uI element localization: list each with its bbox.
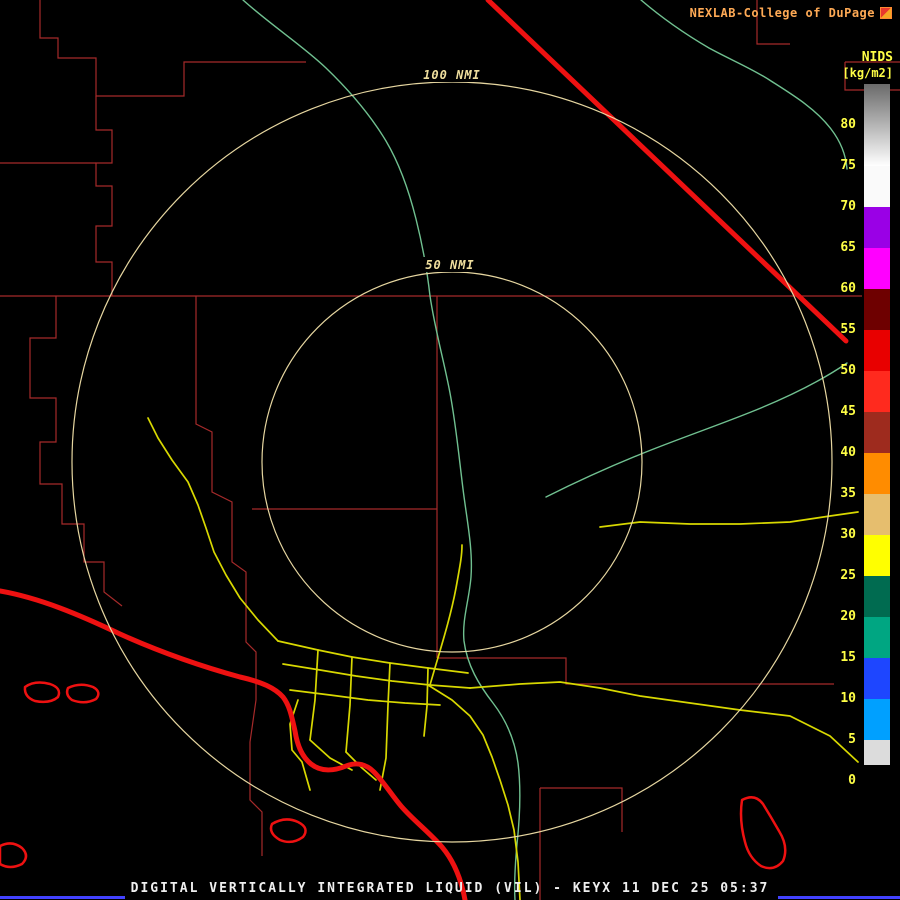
island-outline — [25, 683, 59, 702]
source-credit: NEXLAB-College of DuPage — [690, 6, 892, 20]
coastline — [0, 591, 465, 900]
range-ring-label-100: 100 NMI — [419, 67, 485, 82]
nexlab-logo-icon — [880, 7, 892, 19]
range-ring-100-text: 100 NMI — [423, 68, 481, 82]
highway-lines — [148, 418, 858, 900]
range-rings: 100 NMI 50 NMI — [72, 67, 832, 842]
interstate-diagonal — [488, 0, 846, 341]
radar-display: 100 NMI 50 NMI NEXLAB-College of DuPage … — [0, 0, 900, 900]
range-ring-50-text: 50 NMI — [425, 258, 474, 272]
range-ring-50nmi — [262, 272, 642, 652]
radar-map-canvas: 100 NMI 50 NMI — [0, 0, 900, 900]
river-lines — [243, 0, 847, 900]
island-outline — [271, 819, 306, 841]
source-credit-text: NEXLAB-College of DuPage — [690, 6, 875, 20]
units-label: [kg/m2] — [842, 66, 893, 80]
bottom-bar-left — [0, 896, 125, 899]
range-ring-100nmi — [72, 82, 832, 842]
product-title: DIGITAL VERTICALLY INTEGRATED LIQUID (VI… — [0, 881, 900, 896]
county-borders — [0, 0, 900, 900]
island-outline — [0, 843, 26, 867]
range-ring-label-50: 50 NMI — [422, 257, 478, 272]
island-outline — [741, 797, 785, 868]
bottom-bar-right — [778, 896, 900, 899]
island-outline — [67, 685, 98, 703]
product-code-label: NIDS — [862, 50, 893, 65]
interstate-and-coast-lines — [0, 0, 846, 900]
